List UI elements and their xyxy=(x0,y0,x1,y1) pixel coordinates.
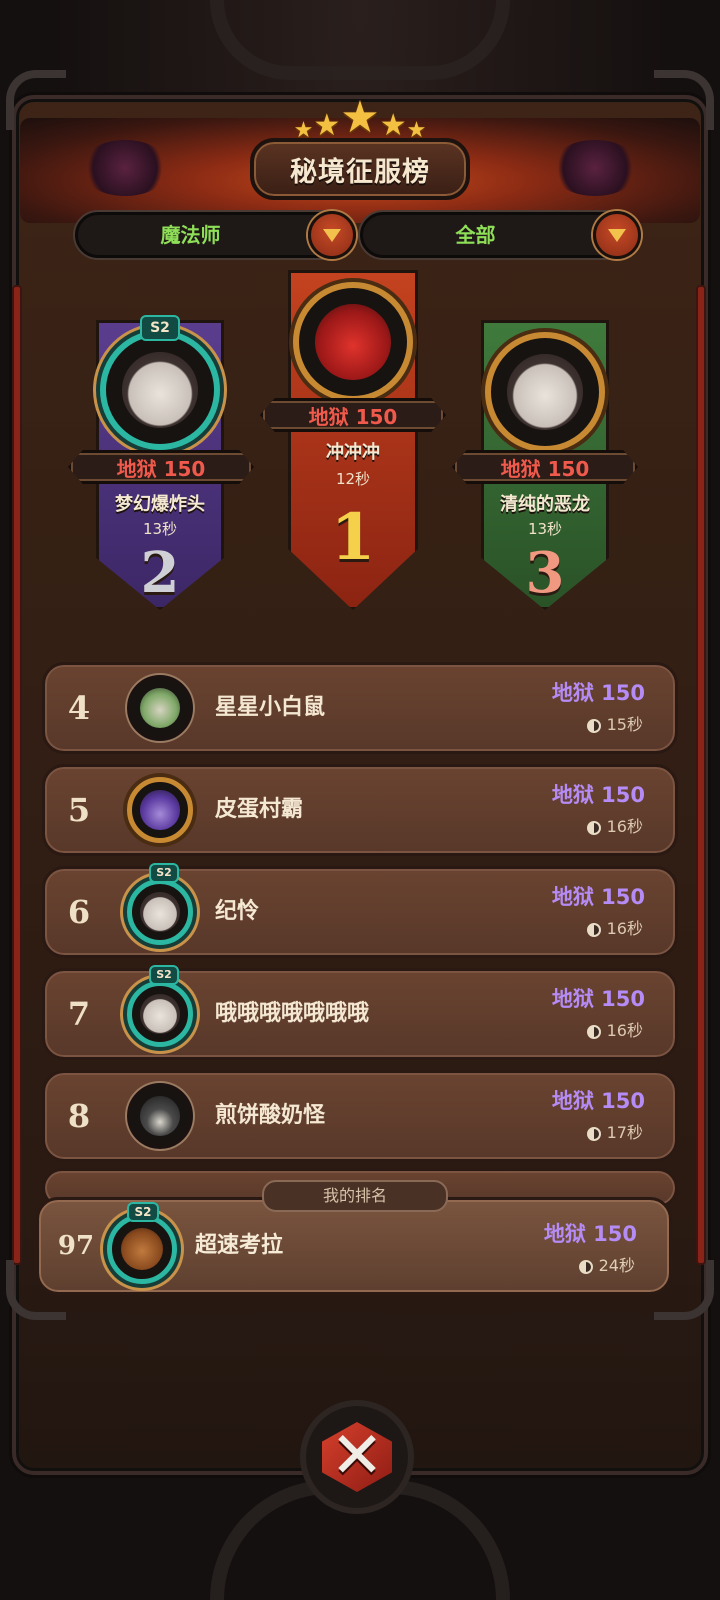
dropdown-arrow-button[interactable] xyxy=(593,211,641,259)
row-rank: 4 xyxy=(67,689,91,727)
my-time: 24秒 xyxy=(578,1252,635,1276)
row-score: 地狱 150 xyxy=(551,783,645,807)
podium-1-rank: 1 xyxy=(330,500,376,575)
page-title: 秘境征服榜 xyxy=(250,138,470,200)
fox-avatar-icon xyxy=(139,687,181,729)
row-avatar[interactable] xyxy=(127,879,193,945)
clock-icon xyxy=(578,1259,593,1274)
row-avatar[interactable] xyxy=(127,1083,193,1149)
podium-1-avatar[interactable] xyxy=(293,282,413,402)
my-time-value: 24秒 xyxy=(598,1256,635,1275)
star-icon: ★ xyxy=(340,92,380,143)
row-time-value: 17秒 xyxy=(606,1123,643,1142)
row-score: 地狱 150 xyxy=(551,681,645,705)
podium-2-score: 地狱 150 xyxy=(68,450,254,484)
panel-right-rail xyxy=(696,285,706,1265)
my-player-name: 超速考拉 xyxy=(195,1233,284,1258)
my-rank-number: 97 xyxy=(57,1231,95,1261)
row-time: 16秒 xyxy=(586,1017,643,1041)
row-player-name: 纪怜 xyxy=(215,899,260,924)
season-badge: S2 xyxy=(149,863,179,883)
podium-3-rank: 3 xyxy=(525,540,565,606)
koala-avatar-icon xyxy=(121,1228,163,1270)
scope-filter-dropdown[interactable]: 全部 xyxy=(360,211,641,259)
row-time: 17秒 xyxy=(586,1119,643,1143)
sheep-avatar-icon xyxy=(122,352,198,428)
season-badge: S2 xyxy=(140,315,180,341)
podium-3-score: 地狱 150 xyxy=(452,450,638,484)
row-score: 地狱 150 xyxy=(551,987,645,1011)
leaderboard-row[interactable]: 4 星星小白鼠 地狱 150 15秒 xyxy=(42,662,678,754)
podium-2-avatar[interactable] xyxy=(100,330,220,450)
panel-left-rail xyxy=(12,285,22,1265)
chevron-down-icon xyxy=(608,229,626,242)
class-filter-value: 魔法师 xyxy=(160,223,221,247)
leaderboard-row[interactable]: 7 S2 哦哦哦哦哦哦哦 地狱 150 16秒 xyxy=(42,965,678,1060)
row-time: 15秒 xyxy=(586,711,643,735)
red-demon-avatar-icon xyxy=(315,304,391,380)
row-time: 16秒 xyxy=(586,915,643,939)
leaderboard-row[interactable]: 5 皮蛋村霸 地狱 150 16秒 xyxy=(42,764,678,856)
row-time-value: 16秒 xyxy=(606,1021,643,1040)
podium-1-name: 冲冲冲 xyxy=(326,442,380,463)
podium-3-time: 13秒 xyxy=(527,520,563,538)
row-rank: 8 xyxy=(67,1097,91,1135)
row-time-value: 15秒 xyxy=(606,715,643,734)
row-player-name: 皮蛋村霸 xyxy=(215,797,304,822)
dropdown-arrow-button[interactable] xyxy=(308,211,356,259)
clock-icon xyxy=(586,820,601,835)
clock-icon xyxy=(586,718,601,733)
podium-1-time: 12秒 xyxy=(335,470,371,488)
my-rank-label: 我的排名 xyxy=(262,1180,448,1212)
my-avatar[interactable] xyxy=(107,1214,177,1284)
row-rank: 6 xyxy=(67,893,91,931)
row-avatar[interactable] xyxy=(127,981,193,1047)
close-button[interactable]: ✕ xyxy=(300,1400,414,1514)
row-avatar[interactable] xyxy=(127,675,193,741)
sheep-avatar-icon xyxy=(140,892,180,932)
podium-2-rank: 2 xyxy=(140,540,180,606)
row-time-value: 16秒 xyxy=(606,919,643,938)
podium-3-name: 清纯的恶龙 xyxy=(500,494,590,515)
clock-icon xyxy=(586,1126,601,1141)
scope-filter-value: 全部 xyxy=(455,223,496,247)
season-badge: S2 xyxy=(127,1202,159,1222)
row-rank: 7 xyxy=(67,995,91,1033)
row-player-name: 哦哦哦哦哦哦哦 xyxy=(215,1001,370,1026)
row-time: 16秒 xyxy=(586,813,643,837)
my-score: 地狱 150 xyxy=(543,1222,637,1246)
clock-icon xyxy=(586,922,601,937)
row-score: 地狱 150 xyxy=(551,1089,645,1113)
wizard-avatar-icon xyxy=(140,790,180,830)
banner-eye-decoration xyxy=(550,140,640,196)
podium-3-avatar[interactable] xyxy=(485,332,605,452)
class-filter-dropdown[interactable]: 魔法师 xyxy=(75,211,356,259)
sheep-avatar-icon xyxy=(507,354,583,430)
leaderboard-row[interactable]: 6 S2 纪怜 地狱 150 16秒 xyxy=(42,863,678,958)
podium-1-score: 地狱 150 xyxy=(260,398,446,432)
row-player-name: 星星小白鼠 xyxy=(215,695,326,720)
sheep-avatar-icon xyxy=(140,994,180,1034)
clock-icon xyxy=(586,1024,601,1039)
row-score: 地狱 150 xyxy=(551,885,645,909)
row-rank: 5 xyxy=(67,791,91,829)
close-icon: ✕ xyxy=(330,1419,384,1493)
leaderboard-row[interactable]: 8 煎饼酸奶怪 地狱 150 17秒 xyxy=(42,1070,678,1162)
star-rating: ★★★★★ xyxy=(260,92,460,143)
podium-2-name: 梦幻爆炸头 xyxy=(115,494,205,515)
row-avatar[interactable] xyxy=(127,777,193,843)
row-time-value: 16秒 xyxy=(606,817,643,836)
chevron-down-icon xyxy=(323,229,341,242)
row-player-name: 煎饼酸奶怪 xyxy=(215,1103,326,1128)
season-badge: S2 xyxy=(149,965,179,985)
hooded-avatar-icon xyxy=(139,1095,181,1137)
podium-2-time: 13秒 xyxy=(142,520,178,538)
banner-eye-decoration xyxy=(80,140,170,196)
top-ornament xyxy=(210,0,510,80)
